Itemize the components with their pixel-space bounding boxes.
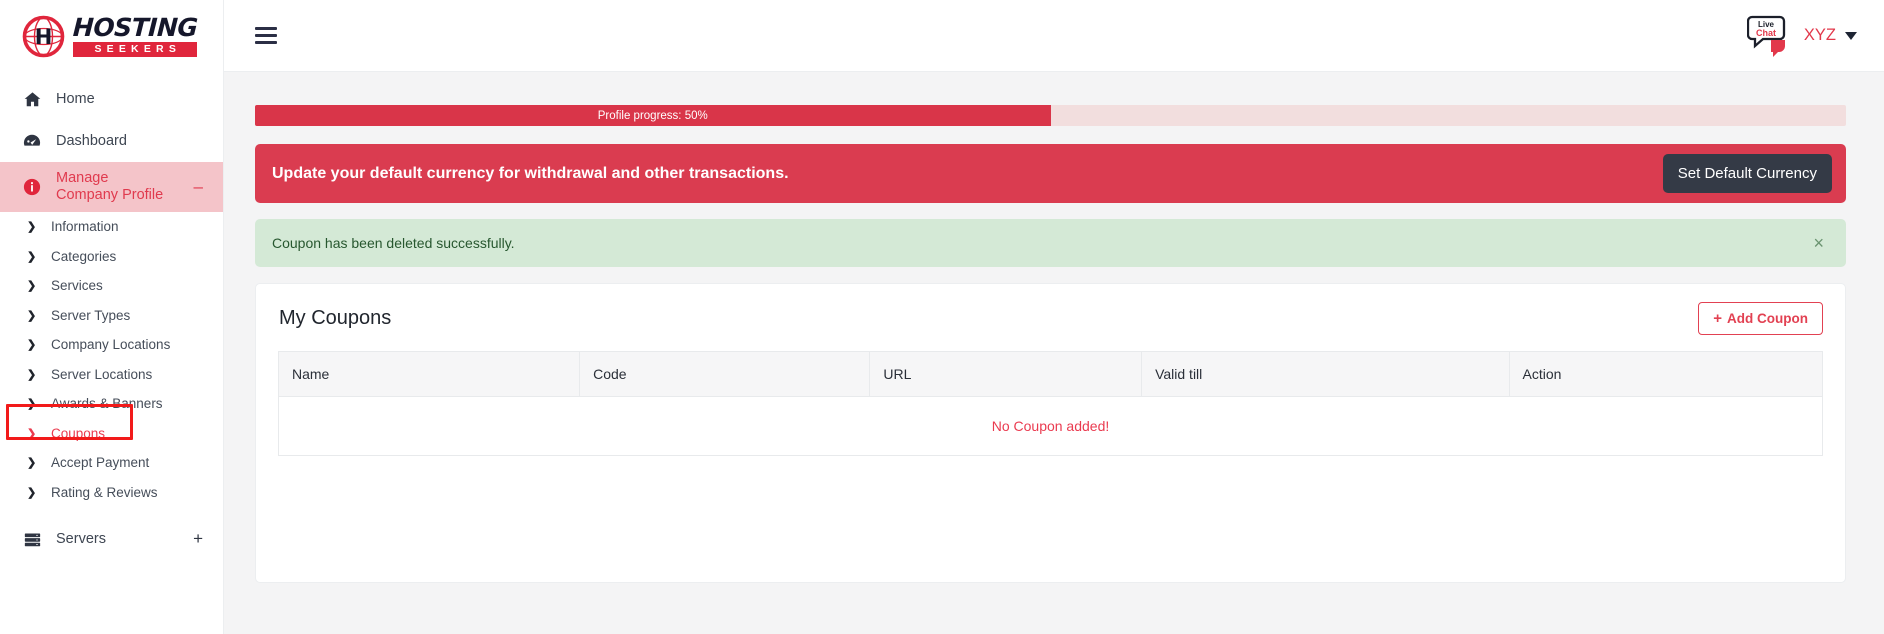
chevron-right-icon: ❯	[27, 427, 37, 440]
topbar-right: Live Chat XYZ	[1746, 14, 1857, 58]
sidebar-item-server-locations[interactable]: ❯ Server Locations	[0, 360, 223, 390]
user-menu[interactable]: XYZ	[1804, 26, 1857, 45]
topbar: Live Chat XYZ	[224, 0, 1884, 72]
sidebar-nav: Home Dashboard Manage Company Profile – …	[0, 72, 223, 560]
expand-toggle-icon[interactable]: +	[193, 529, 203, 549]
sidebar-subitem-label: Server Types	[51, 307, 131, 323]
sidebar-item-label: Servers	[56, 531, 106, 547]
chevron-down-icon	[1845, 31, 1857, 40]
chevron-right-icon: ❯	[27, 368, 37, 381]
add-coupon-button[interactable]: + Add Coupon	[1698, 302, 1823, 335]
hamburger-icon[interactable]	[255, 23, 277, 48]
sidebar-item-accept-payment[interactable]: ❯ Accept Payment	[0, 448, 223, 478]
sidebar-item-services[interactable]: ❯ Services	[0, 271, 223, 301]
content-area: Profile progress: 50% Update your defaul…	[224, 72, 1884, 634]
column-header-code: Code	[579, 351, 871, 397]
profile-progress-fill: Profile progress: 50%	[255, 105, 1051, 126]
chevron-right-icon: ❯	[27, 221, 37, 234]
logo-primary: HOSTING	[72, 12, 199, 42]
set-default-currency-button[interactable]: Set Default Currency	[1662, 154, 1832, 193]
column-header-url: URL	[869, 351, 1143, 397]
sidebar-subitem-label: Information	[51, 219, 119, 235]
add-coupon-label: Add Coupon	[1727, 311, 1808, 326]
sidebar-item-label: Home	[56, 91, 95, 107]
sidebar-subitem-label: Awards & Banners	[51, 396, 163, 412]
chevron-right-icon: ❯	[27, 457, 37, 470]
chevron-right-icon: ❯	[27, 486, 37, 499]
logo-secondary: SEEKERS	[73, 41, 198, 58]
live-chat-icon[interactable]: Live Chat	[1746, 14, 1789, 58]
table-header: Name Code URL Valid till Action	[277, 351, 1824, 397]
profile-progress-bar: Profile progress: 50%	[255, 105, 1846, 126]
sidebar-item-categories[interactable]: ❯ Categories	[0, 242, 223, 272]
chevron-right-icon: ❯	[27, 339, 37, 352]
sidebar-item-servers[interactable]: Servers +	[0, 518, 223, 560]
currency-alert-message: Update your default currency for withdra…	[272, 164, 789, 182]
chevron-right-icon: ❯	[27, 309, 37, 322]
sidebar-subitem-label: Company Locations	[51, 337, 171, 353]
table-body: No Coupon added!	[278, 396, 1823, 456]
sidebar-subitem-label: Accept Payment	[51, 455, 150, 471]
sidebar-item-coupons[interactable]: ❯ Coupons	[0, 419, 223, 449]
sidebar-item-home[interactable]: Home	[0, 78, 223, 120]
profile-progress-label: Profile progress: 50%	[597, 109, 708, 122]
table-header-row: Name Code URL Valid till Action	[277, 351, 1824, 397]
server-rack-icon	[22, 531, 42, 548]
sidebar-item-awards-banners[interactable]: ❯ Awards & Banners	[0, 389, 223, 419]
plus-icon: +	[1713, 310, 1723, 327]
currency-alert: Update your default currency for withdra…	[255, 144, 1846, 203]
main-area: Live Chat XYZ Profile progress: 50% Upda…	[224, 0, 1884, 634]
svg-text:Chat: Chat	[1756, 28, 1776, 38]
sidebar-subitem-label: Categories	[51, 248, 117, 264]
sidebar-item-label: Dashboard	[56, 133, 127, 149]
sidebar-item-rating-reviews[interactable]: ❯ Rating & Reviews	[0, 478, 223, 508]
column-header-name: Name	[277, 351, 581, 397]
home-icon	[22, 91, 42, 108]
close-icon[interactable]: ×	[1813, 234, 1824, 252]
collapse-toggle-icon[interactable]: –	[194, 177, 203, 197]
sidebar-item-label: Manage Company Profile	[56, 170, 164, 203]
info-circle-icon	[22, 178, 42, 196]
sidebar-item-dashboard[interactable]: Dashboard	[0, 120, 223, 162]
table-row: No Coupon added!	[278, 396, 1823, 456]
brand-logo[interactable]: H HOSTING SEEKERS	[0, 0, 223, 72]
chevron-right-icon: ❯	[27, 280, 37, 293]
my-coupons-card: My Coupons + Add Coupon Name Code URL Va…	[255, 283, 1846, 583]
sidebar: H HOSTING SEEKERS Home Dashboard Manage …	[0, 0, 224, 634]
column-header-action: Action	[1509, 351, 1824, 397]
column-header-valid-till: Valid till	[1141, 351, 1510, 397]
sidebar-subitem-label: Server Locations	[51, 366, 153, 382]
success-alert-message: Coupon has been deleted successfully.	[272, 235, 515, 251]
logo-wordmark: HOSTING SEEKERS	[72, 12, 199, 58]
success-alert: Coupon has been deleted successfully. ×	[255, 219, 1846, 267]
svg-text:H: H	[35, 25, 53, 49]
globe-icon: H	[22, 15, 65, 58]
sidebar-item-company-locations[interactable]: ❯ Company Locations	[0, 330, 223, 360]
chevron-right-icon: ❯	[27, 398, 37, 411]
sidebar-subitem-label: Services	[51, 278, 103, 294]
sidebar-item-server-types[interactable]: ❯ Server Types	[0, 301, 223, 331]
sidebar-item-manage-company-profile[interactable]: Manage Company Profile –	[0, 162, 223, 212]
empty-state-message: No Coupon added!	[278, 396, 1823, 456]
sidebar-item-information[interactable]: ❯ Information	[0, 212, 223, 242]
card-header: My Coupons + Add Coupon	[256, 284, 1845, 351]
coupons-table-wrap: Name Code URL Valid till Action No Coupo…	[256, 351, 1845, 456]
user-name: XYZ	[1803, 26, 1836, 44]
sidebar-subitem-label: Rating & Reviews	[51, 484, 158, 500]
app-root: H HOSTING SEEKERS Home Dashboard Manage …	[0, 0, 1884, 634]
chevron-right-icon: ❯	[27, 250, 37, 263]
page-title: My Coupons	[279, 307, 392, 329]
sidebar-subitem-label: Coupons	[51, 425, 106, 441]
coupons-table: Name Code URL Valid till Action No Coupo…	[277, 351, 1824, 456]
dashboard-icon	[22, 132, 42, 150]
